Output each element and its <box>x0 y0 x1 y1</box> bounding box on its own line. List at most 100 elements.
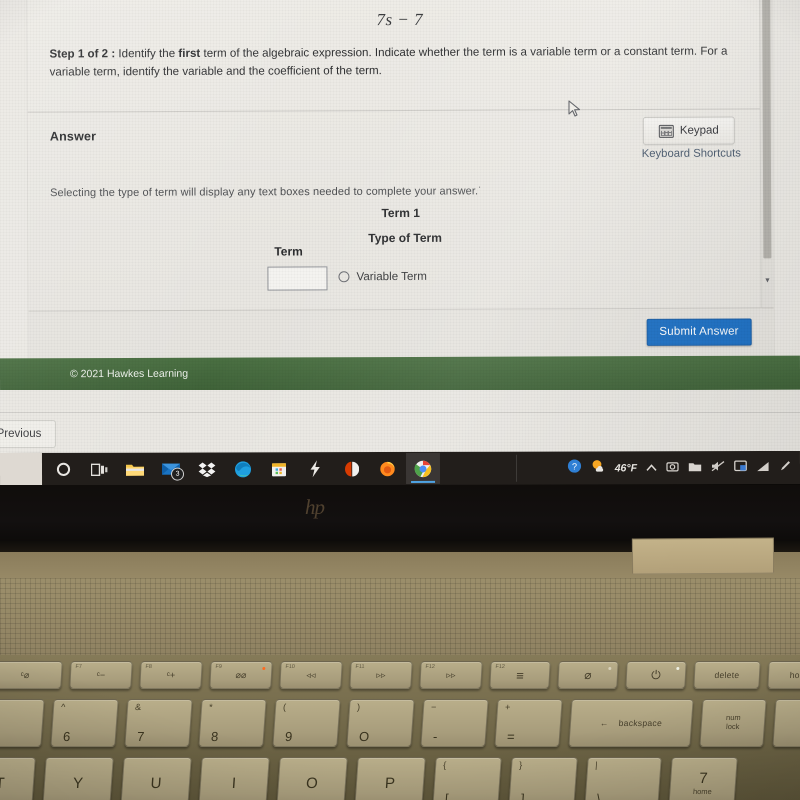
key-delete[interactable]: delete <box>693 661 761 689</box>
key-0-lower: O <box>358 729 370 744</box>
scroll-down-arrow-icon[interactable]: ▼ <box>762 274 772 286</box>
key-u-label: U <box>149 774 163 792</box>
show-hidden-icons-chevron-icon[interactable] <box>646 459 657 477</box>
key-7[interactable]: & 7 <box>124 699 193 747</box>
keyboard-letter-row: T Y U I O P { [ } ] | \ 7 home <box>0 757 738 800</box>
file-explorer-icon[interactable] <box>118 454 152 485</box>
step-text-part-a: Identify the <box>115 46 179 61</box>
card-footer: Submit Answer <box>28 307 774 360</box>
key-equals[interactable]: + = <box>494 699 563 747</box>
variable-term-option-row[interactable]: Variable Term <box>338 270 427 283</box>
key-num-lock[interactable]: num lock <box>699 699 767 747</box>
step-number-label: Step 1 of 2 : <box>49 47 116 61</box>
key-right-bracket[interactable]: } ] <box>508 757 578 800</box>
key-menu-lines[interactable]: F12 ≡ <box>489 661 551 689</box>
key-u[interactable]: U <box>120 757 192 800</box>
key-f7-volume-down[interactable]: F7 ᶜ− <box>69 661 133 689</box>
key-backslash[interactable]: | \ <box>584 757 662 800</box>
key-numpad-divide[interactable] <box>772 699 800 747</box>
keyboard-number-row: % 5 ^ 6 & 7 * 8 ( 9 ) O <box>0 699 800 747</box>
dropbox-icon[interactable] <box>190 453 224 484</box>
selecting-note-sup: · <box>478 181 482 192</box>
weather-temperature[interactable]: 46°F <box>615 462 637 474</box>
key-f6-volume-mute[interactable]: F6 ᶜ⌀ <box>0 661 63 689</box>
key-f12-next-track[interactable]: F12 ▹▹ <box>419 661 483 689</box>
key-5[interactable]: % 5 <box>0 699 45 747</box>
panel-scrollbar[interactable]: ▼ <box>759 0 774 357</box>
key-backspace[interactable]: ← backspace <box>568 699 694 747</box>
key-9[interactable]: ( 9 <box>272 699 341 747</box>
key-numpad-7-digit: 7 <box>698 769 709 787</box>
key-0[interactable]: ) O <box>346 699 415 747</box>
term-input[interactable] <box>267 266 328 291</box>
key-equals-lower: = <box>506 729 516 744</box>
key-y[interactable]: Y <box>42 757 114 800</box>
key-airplane-mode[interactable]: ⌀ <box>557 661 619 689</box>
task-view-icon[interactable] <box>82 454 116 485</box>
key-y-label: Y <box>72 774 84 792</box>
key-7-upper: & <box>134 702 142 712</box>
key-6[interactable]: ^ 6 <box>50 699 119 747</box>
key-9-lower: 9 <box>284 729 293 744</box>
key-left-bracket-upper: { <box>442 760 447 770</box>
mic-mute-led <box>262 667 266 670</box>
selecting-note: Selecting the type of term will display … <box>50 182 481 200</box>
partly-sunny-icon[interactable] <box>591 458 606 477</box>
key-fn-label: F8 <box>145 664 152 670</box>
key-minus[interactable]: − - <box>420 699 489 747</box>
power-led <box>676 667 680 670</box>
microsoft-store-icon[interactable] <box>262 453 296 484</box>
variable-term-radio[interactable] <box>338 271 350 283</box>
variable-term-label: Variable Term <box>356 269 427 284</box>
key-o[interactable]: O <box>276 757 348 800</box>
hinge-tab <box>631 537 775 575</box>
keypad-button-label: Keypad <box>679 124 719 137</box>
backspace-arrow-icon: ← <box>599 718 610 728</box>
folder-icon[interactable] <box>688 459 702 477</box>
mail-icon[interactable]: 3 <box>154 454 188 485</box>
volume-mute-icon: ᶜ⌀ <box>20 669 30 680</box>
mail-unread-badge: 3 <box>170 467 185 481</box>
lightning-bolt-icon[interactable] <box>298 453 332 484</box>
cortana-circle-icon[interactable] <box>46 454 80 485</box>
selecting-note-text: Selecting the type of term will display … <box>50 185 479 200</box>
speaker-muted-icon[interactable] <box>711 459 725 477</box>
key-6-lower: 6 <box>62 729 71 744</box>
wifi-icon[interactable] <box>756 459 770 477</box>
key-home-label: home <box>789 670 800 680</box>
key-8[interactable]: * 8 <box>198 699 267 747</box>
help-question-icon[interactable]: ? <box>567 458 582 478</box>
keypad-button[interactable]: Keypad <box>642 116 735 145</box>
key-home[interactable]: home <box>767 661 800 689</box>
submit-answer-button[interactable]: Submit Answer <box>646 318 752 346</box>
key-f9-mic-mute[interactable]: F9 ⌀⌀ <box>209 661 273 689</box>
microsoft-edge-icon[interactable] <box>226 453 260 484</box>
key-minus-upper: − <box>430 702 437 712</box>
windows-taskbar: 3 ? 46°F <box>0 450 800 487</box>
key-t[interactable]: T <box>0 757 36 800</box>
key-f11-play-pause[interactable]: F11 ▹▹ <box>349 661 413 689</box>
key-delete-label: delete <box>714 670 740 680</box>
next-track-icon: ▹▹ <box>446 669 456 680</box>
google-chrome-icon[interactable] <box>405 452 441 484</box>
key-power[interactable]: ⏻ <box>625 661 687 689</box>
display-icon[interactable] <box>734 459 747 477</box>
previous-button[interactable]: Previous <box>0 420 56 448</box>
key-numpad-7-home[interactable]: 7 home <box>668 757 738 800</box>
power-icon: ⏻ <box>650 667 662 682</box>
camera-icon[interactable] <box>666 459 679 477</box>
laptop-screen: Consider the following algebraic express… <box>0 0 800 470</box>
key-right-bracket-lower: ] <box>520 791 526 800</box>
office-icon[interactable] <box>334 453 368 484</box>
key-p[interactable]: P <box>354 757 426 800</box>
key-i[interactable]: I <box>198 757 270 800</box>
scrollbar-thumb[interactable] <box>762 0 772 259</box>
pen-icon[interactable] <box>779 458 792 476</box>
firefox-icon[interactable] <box>370 453 404 484</box>
key-f10-previous-track[interactable]: F10 ◃◃ <box>279 661 343 689</box>
key-f8-volume-up[interactable]: F8 ᶜ+ <box>139 661 203 689</box>
key-left-bracket[interactable]: { [ <box>432 757 502 800</box>
key-right-bracket-upper: } <box>518 760 523 770</box>
key-i-label: I <box>231 774 237 792</box>
keyboard-shortcuts-link[interactable]: Keyboard Shortcuts <box>642 148 741 160</box>
